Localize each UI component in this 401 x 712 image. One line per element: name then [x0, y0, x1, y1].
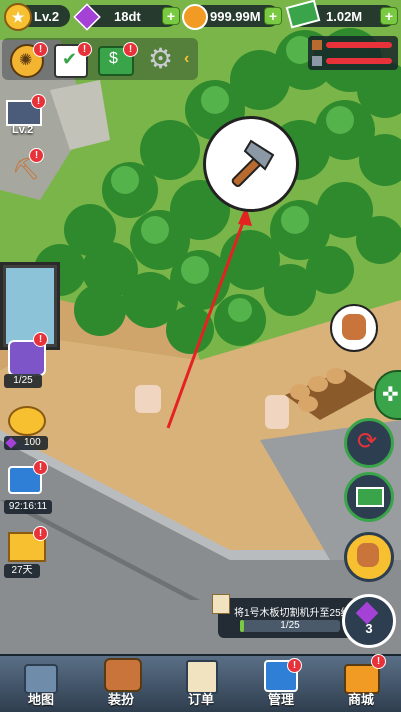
collection-count: 1/25 [4, 374, 42, 388]
status-bars [308, 36, 398, 70]
compass-icon: ✜ [382, 384, 399, 406]
cash-plus-button[interactable]: + [380, 7, 398, 25]
tab-map[interactable]: 地图 [10, 658, 72, 712]
money-button[interactable]: $ ! [98, 42, 138, 76]
level-label: Lv.2 [34, 8, 60, 24]
factory-badge: ! [31, 94, 46, 109]
cash-pill[interactable]: 1.02M + [285, 0, 398, 29]
gear-icon: ⚙ [148, 43, 174, 74]
gems-pill[interactable]: 18dt + [73, 3, 180, 31]
tab-shop-label: 商城 [347, 692, 374, 707]
ad-timer: 92:16:11 [4, 500, 52, 514]
wheel-icon: ✺ [19, 52, 33, 69]
piggy-gem-icon [5, 437, 17, 449]
coin-icon [182, 4, 208, 30]
shop-badge: ! [371, 654, 386, 669]
piggy-gems: 100 [4, 436, 48, 450]
tab-manage[interactable]: ! 管理 [250, 658, 312, 712]
collection-badge: ! [33, 332, 48, 347]
worker-bubble[interactable] [330, 304, 378, 352]
tab-orders[interactable]: 订单 [170, 658, 232, 712]
collapse-toolbar-button[interactable]: ‹ [184, 50, 196, 68]
settings-button[interactable]: ⚙ [146, 43, 176, 74]
coins-plus-button[interactable]: + [264, 7, 282, 25]
status-bar-2 [326, 58, 392, 64]
tasks-button[interactable]: ✔ ! [54, 42, 92, 78]
level-pill[interactable]: ★ Lv.2 [4, 3, 70, 31]
tab-dress-label: 装扮 [107, 692, 134, 707]
collection-button[interactable]: ! [4, 332, 48, 376]
coins-pill[interactable]: 999.99M + [182, 4, 282, 30]
reward-gems-value: 3 [365, 621, 373, 636]
wheel-badge: ! [33, 42, 48, 57]
axe-hint-bubble[interactable] [203, 116, 299, 212]
ad-button[interactable]: ! [4, 460, 48, 500]
money-icon: $ [109, 50, 118, 67]
task-panel[interactable]: 将1号木板切割机升至25级 1/25 [212, 594, 356, 638]
cash-stack-icon [356, 487, 384, 507]
coins-value: 999.99M [210, 8, 261, 24]
piggy-bank-icon [8, 406, 46, 436]
tab-orders-label: 订单 [187, 692, 214, 707]
task-progress-text: 1/25 [280, 620, 300, 631]
tab-shop[interactable]: ! 商城 [330, 654, 392, 712]
factory-button[interactable]: ! Lv.2 [4, 94, 46, 136]
refresh-icon: ⟳ [357, 428, 378, 455]
wheel-button[interactable]: ✺ ! [10, 42, 48, 78]
checklist-icon: ✔ [62, 49, 78, 69]
task-reward-button[interactable]: 3 [342, 594, 396, 648]
ad-badge: ! [33, 460, 48, 475]
tasks-badge: ! [77, 42, 92, 57]
task-scroll-icon [212, 594, 230, 614]
task-progress-track: 1/25 [240, 620, 340, 632]
cash-stack-button[interactable] [344, 472, 394, 522]
chevron-left-icon: ‹ [184, 50, 190, 67]
factory-level: Lv.2 [12, 124, 34, 136]
tab-manage-label: 管理 [267, 692, 294, 707]
days-label: 27天 [4, 564, 40, 578]
worker-button[interactable] [344, 532, 394, 582]
worker-portrait-icon [342, 314, 366, 340]
tab-dress[interactable]: 装扮 [90, 658, 152, 712]
piggy-bank-button[interactable] [4, 404, 46, 438]
piggy-gems-value: 100 [24, 437, 41, 448]
checkin-badge: ! [33, 526, 48, 541]
cash-value: 1.02M [326, 8, 363, 24]
money-badge: ! [123, 42, 138, 57]
refresh-button[interactable]: ⟳ [344, 418, 394, 468]
gems-value: 18dt [114, 8, 141, 24]
level-star-icon: ★ [4, 3, 32, 31]
status-bar-1 [326, 42, 392, 48]
task-text: 将1号木板切割机升至25级 [234, 608, 351, 619]
checkin-button[interactable]: ! [4, 526, 48, 564]
axe-icon [231, 139, 275, 188]
shovel-badge: ! [29, 148, 44, 163]
shovel-button[interactable]: ⛏ ! [8, 148, 44, 186]
axe-status-icon [312, 40, 322, 50]
dress-icon [104, 658, 142, 692]
gems-plus-button[interactable]: + [162, 7, 180, 25]
worker-icon [357, 543, 379, 567]
manage-badge: ! [287, 658, 302, 673]
saw-status-icon [312, 56, 322, 66]
tab-map-label: 地图 [27, 692, 54, 707]
